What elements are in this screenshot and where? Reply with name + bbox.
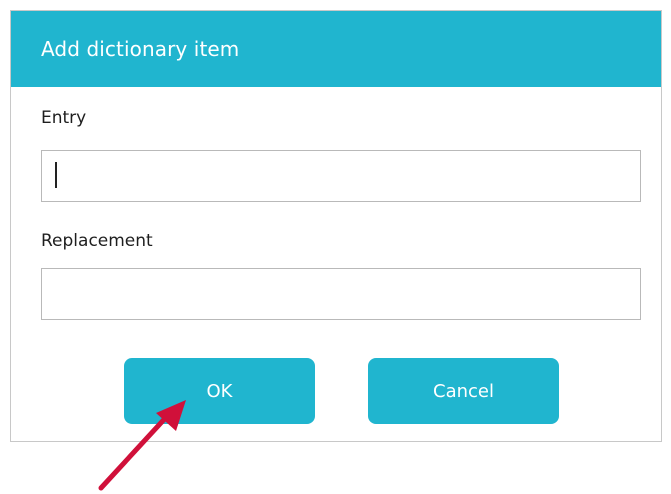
text-caret bbox=[55, 162, 57, 188]
ok-button[interactable]: OK bbox=[124, 358, 315, 424]
entry-label: Entry bbox=[41, 108, 87, 128]
dialog-title-bar: Add dictionary item bbox=[11, 11, 661, 87]
add-dictionary-item-dialog: Add dictionary item Entry Replacement OK… bbox=[10, 10, 662, 442]
replacement-input[interactable] bbox=[41, 268, 641, 320]
page: Add dictionary item Entry Replacement OK… bbox=[0, 0, 671, 494]
replacement-label: Replacement bbox=[41, 231, 153, 251]
cancel-button[interactable]: Cancel bbox=[368, 358, 559, 424]
dialog-title: Add dictionary item bbox=[41, 37, 240, 61]
entry-input[interactable] bbox=[41, 150, 641, 202]
